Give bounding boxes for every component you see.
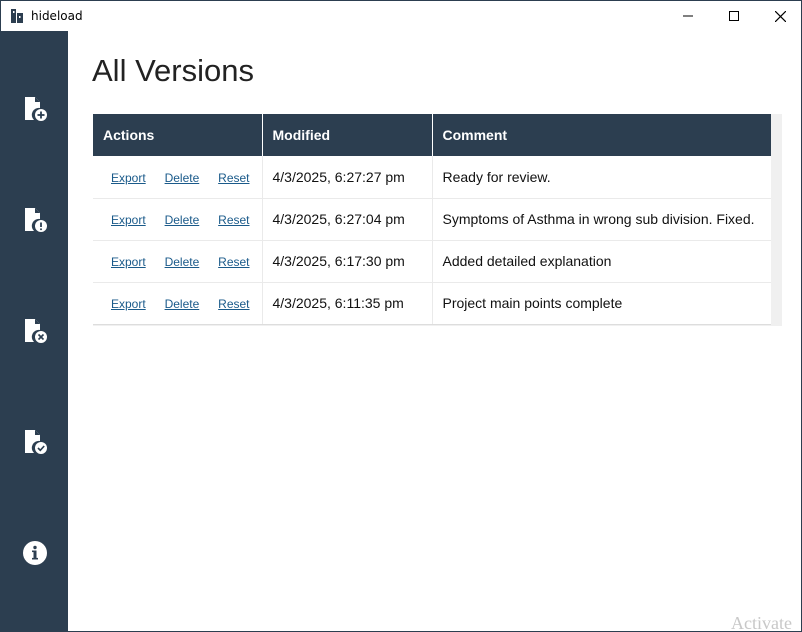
export-link[interactable]: Export <box>111 171 146 185</box>
reset-link[interactable]: Reset <box>218 297 249 311</box>
file-add-icon <box>25 97 47 121</box>
sidebar-item-info[interactable] <box>21 539 49 567</box>
reset-link[interactable]: Reset <box>218 213 249 227</box>
row-modified: 4/3/2025, 6:17:30 pm <box>262 240 433 283</box>
activation-watermark: Activate <box>731 613 792 632</box>
export-link[interactable]: Export <box>111 297 146 311</box>
file-check-icon <box>25 430 47 454</box>
row-modified: 4/3/2025, 6:27:27 pm <box>262 156 433 199</box>
sidebar-item-new-version[interactable] <box>21 95 49 123</box>
sidebar-item-approve[interactable] <box>21 428 49 456</box>
maximize-icon <box>729 11 739 21</box>
title-bar: hideload <box>1 1 801 31</box>
sidebar-item-remove[interactable] <box>21 317 49 345</box>
window-title: hideload <box>31 9 83 23</box>
table-row: Export Delete Reset 4/3/2025, 6:27:27 pm… <box>93 156 771 199</box>
app-window: hideload All Versions Actions Modified C… <box>0 0 802 632</box>
table-header-row: Actions Modified Comment <box>93 114 771 156</box>
maximize-button[interactable] <box>711 1 757 31</box>
close-button[interactable] <box>757 1 802 31</box>
file-alert-icon <box>25 208 47 232</box>
reset-link[interactable]: Reset <box>218 171 249 185</box>
versions-table: Actions Modified Comment Export Delete R… <box>93 114 771 325</box>
delete-link[interactable]: Delete <box>165 255 200 269</box>
row-actions: Export Delete Reset <box>93 240 263 283</box>
row-actions: Export Delete Reset <box>93 198 263 241</box>
row-modified: 4/3/2025, 6:27:04 pm <box>262 198 433 241</box>
minimize-button[interactable] <box>665 1 711 31</box>
row-comment: Project main points complete <box>432 282 771 325</box>
table-row: Export Delete Reset 4/3/2025, 6:17:30 pm… <box>93 240 771 283</box>
column-header-comment: Comment <box>432 114 771 156</box>
close-icon <box>774 10 786 22</box>
reset-link[interactable]: Reset <box>218 255 249 269</box>
row-actions: Export Delete Reset <box>93 282 263 325</box>
export-link[interactable]: Export <box>111 213 146 227</box>
row-modified: 4/3/2025, 6:11:35 pm <box>262 282 433 325</box>
app-logo-icon <box>11 9 23 23</box>
delete-link[interactable]: Delete <box>165 171 200 185</box>
row-comment: Added detailed explanation <box>432 240 771 283</box>
page-title: All Versions <box>92 53 254 88</box>
file-remove-icon <box>25 319 47 343</box>
row-comment: Ready for review. <box>432 156 771 199</box>
delete-link[interactable]: Delete <box>165 213 200 227</box>
table-row: Export Delete Reset 4/3/2025, 6:27:04 pm… <box>93 198 771 241</box>
info-icon <box>23 541 47 565</box>
minimize-icon <box>683 15 693 17</box>
export-link[interactable]: Export <box>111 255 146 269</box>
sidebar <box>1 31 68 631</box>
column-header-modified: Modified <box>262 114 433 156</box>
table-row: Export Delete Reset 4/3/2025, 6:11:35 pm… <box>93 282 771 325</box>
column-header-actions: Actions <box>93 114 263 156</box>
delete-link[interactable]: Delete <box>165 297 200 311</box>
versions-table-container: Actions Modified Comment Export Delete R… <box>93 114 782 326</box>
row-comment: Symptoms of Asthma in wrong sub division… <box>432 198 771 241</box>
sidebar-item-issues[interactable] <box>21 206 49 234</box>
row-actions: Export Delete Reset <box>93 156 263 199</box>
